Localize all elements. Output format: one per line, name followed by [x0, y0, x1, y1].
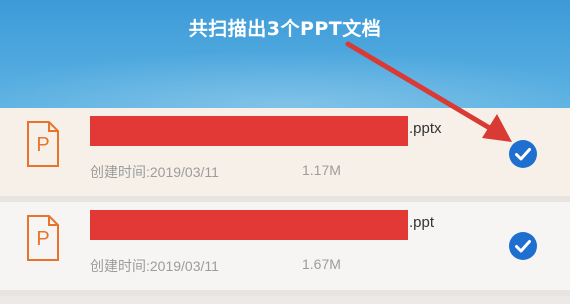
file-extension: .pptx [409, 120, 442, 137]
file-size: 1.67M [302, 256, 341, 272]
ppt-letter: P [36, 134, 50, 156]
redacted-filename [90, 210, 408, 240]
file-row[interactable]: P .pptx 创建时间:2019/03/11 1.17M [0, 108, 570, 202]
file-row[interactable]: P .ppt 创建时间:2019/03/11 1.67M [0, 202, 570, 296]
header-banner: 共扫描出3个PPT文档 [0, 0, 570, 108]
created-date: 创建时间:2019/03/11 [90, 258, 219, 274]
file-extension: .ppt [409, 214, 435, 231]
checked-circle-icon[interactable] [509, 140, 537, 168]
header-haze [0, 50, 570, 108]
checked-circle-icon[interactable] [509, 232, 537, 260]
redacted-filename [90, 116, 408, 146]
ppt-file-icon: P [26, 120, 60, 168]
ppt-file-icon: P [26, 214, 60, 262]
ppt-letter: P [36, 228, 50, 250]
scan-result-title: 共扫描出3个PPT文档 [188, 18, 382, 40]
file-size: 1.17M [302, 162, 341, 178]
created-date: 创建时间:2019/03/11 [90, 164, 219, 180]
file-list: P .pptx 创建时间:2019/03/11 1.17M P .ppt 创建时… [0, 108, 570, 296]
